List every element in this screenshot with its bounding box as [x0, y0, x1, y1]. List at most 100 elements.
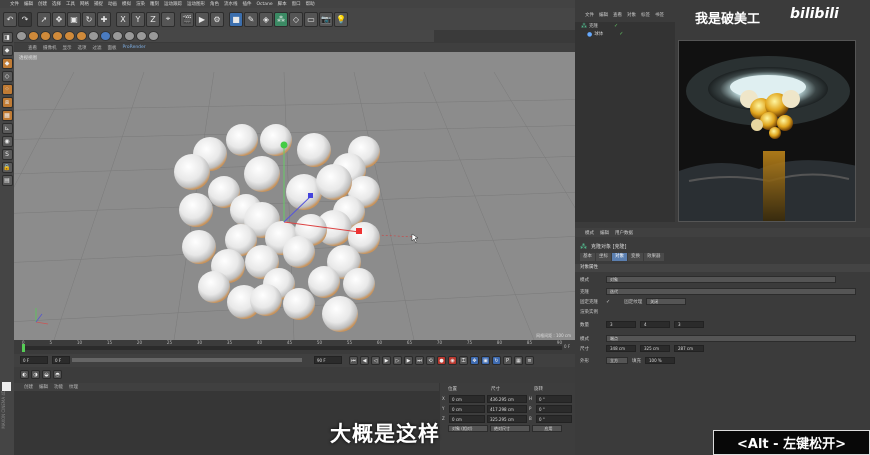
next-key-icon[interactable]: ▶ — [404, 356, 413, 365]
keyframe-selection-icon[interactable]: ⚿ — [459, 356, 468, 365]
count-x-field[interactable]: 3 — [606, 321, 636, 328]
pos-z-field[interactable]: 0 cm — [449, 414, 485, 423]
am-menu-edit[interactable]: 编辑 — [600, 230, 609, 236]
fill-field[interactable]: 100 % — [645, 357, 675, 364]
om-menu-object[interactable]: 对象 — [627, 12, 636, 18]
fix-clone-checkbox[interactable]: ✓ — [606, 299, 610, 305]
menu-window[interactable]: 窗口 — [292, 1, 301, 7]
make-editable-icon[interactable]: ◨ — [1, 32, 13, 43]
mode2-select[interactable]: 端点 — [606, 335, 856, 342]
pos-y-field[interactable]: 0 cm — [449, 404, 485, 413]
coordinate-system-icon[interactable]: ⌖ — [161, 11, 175, 27]
menu-script[interactable]: 脚本 — [278, 1, 287, 7]
shape-select[interactable]: 立方 — [606, 357, 628, 364]
preview-range-slider[interactable] — [72, 358, 302, 362]
mat-menu-function[interactable]: 功能 — [54, 384, 63, 390]
size-x-field[interactable]: 436.295 cm — [487, 394, 527, 403]
menu-tools[interactable]: 工具 — [66, 1, 75, 7]
size-y-field[interactable]: 325 cm — [640, 345, 670, 352]
tweak-mode-icon[interactable] — [100, 31, 111, 41]
vp-menu-cameras[interactable]: 摄像机 — [43, 45, 57, 51]
menu-edit[interactable]: 编辑 — [24, 1, 33, 7]
redo-icon[interactable]: ↷ — [18, 11, 32, 27]
om-menu-bookmarks[interactable]: 书签 — [655, 12, 664, 18]
timeline-menu-icon[interactable]: ≡ — [525, 356, 534, 365]
menu-help[interactable]: 帮助 — [306, 1, 315, 7]
render-view-icon[interactable]: 🎬 — [180, 11, 194, 27]
model-mode-icon[interactable] — [16, 31, 27, 41]
subdivision-icon[interactable]: ◈ — [259, 11, 273, 27]
size-z-field[interactable]: 287 cm — [674, 345, 704, 352]
vp-menu-panel[interactable]: 面板 — [108, 45, 117, 51]
workplane-icon[interactable]: ◇ — [1, 71, 13, 82]
count-y-field[interactable]: 4 — [640, 321, 670, 328]
floor-icon[interactable]: ▭ — [304, 11, 318, 27]
count-z-field[interactable]: 3 — [674, 321, 704, 328]
am-menu-userdata[interactable]: 用户数据 — [615, 230, 633, 236]
axis-mode-icon[interactable] — [88, 31, 99, 41]
position-key-icon[interactable]: ✥ — [470, 356, 479, 365]
size-z-field[interactable]: 325.295 cm — [487, 414, 527, 423]
y-axis-button[interactable]: Y — [131, 11, 145, 27]
go-start-icon[interactable]: ⏮ — [349, 356, 358, 365]
pos-x-field[interactable]: 0 cm — [449, 394, 485, 403]
list-item[interactable]: ⁂ 克隆 ✓ — [575, 22, 675, 30]
om-menu-tags[interactable]: 标签 — [641, 12, 650, 18]
pen-icon[interactable]: ✎ — [244, 11, 258, 27]
lock-workplane-icon[interactable] — [124, 31, 135, 41]
next-frame-icon[interactable]: ▷ — [393, 356, 402, 365]
prev-key-icon[interactable]: ◀ — [360, 356, 369, 365]
render-picture-viewer-icon[interactable]: ▶ — [195, 11, 209, 27]
vp-menu-display[interactable]: 显示 — [63, 45, 72, 51]
size-y-field[interactable]: 417.298 cm — [487, 404, 527, 413]
edges-mode-icon[interactable] — [64, 31, 75, 41]
menu-simulate[interactable]: 模拟 — [122, 1, 131, 7]
sphere-cluster[interactable] — [174, 124, 380, 332]
clones-select[interactable]: 迭代 — [606, 288, 856, 295]
deformer-icon[interactable]: ◇ — [289, 11, 303, 27]
size-x-field[interactable]: 348 cm — [606, 345, 636, 352]
rotate-icon[interactable]: ↻ — [82, 11, 96, 27]
axis-icon[interactable]: ⊾ — [1, 123, 13, 134]
material-icon[interactable]: ◒ — [42, 370, 51, 379]
mat-menu-create[interactable]: 创建 — [24, 384, 33, 390]
start-frame-field[interactable]: 0 F — [20, 356, 48, 364]
menu-file[interactable]: 文件 — [10, 1, 19, 7]
material-icon[interactable]: ◓ — [53, 370, 62, 379]
perspective-viewport[interactable]: 透视视图 网格间距 : 100 cm — [14, 52, 575, 340]
checkmark-icon[interactable]: ✓ — [614, 23, 618, 29]
am-menu-mode[interactable]: 模式 — [585, 230, 594, 236]
light-icon[interactable]: 💡 — [334, 11, 348, 27]
menu-plugins[interactable]: 插件 — [243, 1, 252, 7]
lock-icon[interactable]: 🔒 — [1, 162, 13, 173]
texture-mode-icon[interactable] — [28, 31, 39, 41]
select-arrow-icon[interactable]: ➚ — [37, 11, 51, 27]
list-item[interactable]: ● 球体 ✓ — [575, 30, 675, 38]
tab-object[interactable]: 对象 — [612, 253, 627, 261]
om-menu-file[interactable]: 文件 — [585, 12, 594, 18]
rot-p-field[interactable]: 0 ° — [536, 404, 572, 413]
menu-mograph[interactable]: 运动图形 — [187, 1, 205, 7]
vp-menu-filter[interactable]: 过滤 — [93, 45, 102, 51]
go-end-icon[interactable]: ⏭ — [415, 356, 424, 365]
rot-h-field[interactable]: 0 ° — [536, 394, 572, 403]
vp-menu-prorender[interactable]: ProRender — [123, 45, 146, 50]
timeline[interactable]: 0 5 10 15 20 25 30 35 40 45 50 55 60 65 … — [14, 340, 575, 354]
quantize-icon[interactable] — [148, 31, 159, 41]
recent-tool-icon[interactable]: ✚ — [97, 11, 111, 27]
points-icon[interactable]: ⁘ — [1, 84, 13, 95]
undo-icon[interactable]: ↶ — [3, 11, 17, 27]
mode-select[interactable]: 对象 — [606, 276, 836, 283]
menu-select[interactable]: 选择 — [52, 1, 61, 7]
render-settings-icon[interactable]: ⚙ — [210, 11, 224, 27]
loop-icon[interactable]: ⟲ — [426, 356, 435, 365]
tab-coord[interactable]: 坐标 — [596, 253, 611, 261]
menu-pipeline[interactable]: 流水线 — [224, 1, 238, 7]
playhead[interactable] — [22, 344, 25, 352]
z-axis-button[interactable]: Z — [146, 11, 160, 27]
menu-snap[interactable]: 捕捉 — [94, 1, 103, 7]
workplane-icon[interactable] — [40, 31, 51, 41]
end-frame-field[interactable]: 90 F — [314, 356, 342, 364]
scale-icon[interactable]: ▣ — [67, 11, 81, 27]
move-icon[interactable]: ✥ — [52, 11, 66, 27]
